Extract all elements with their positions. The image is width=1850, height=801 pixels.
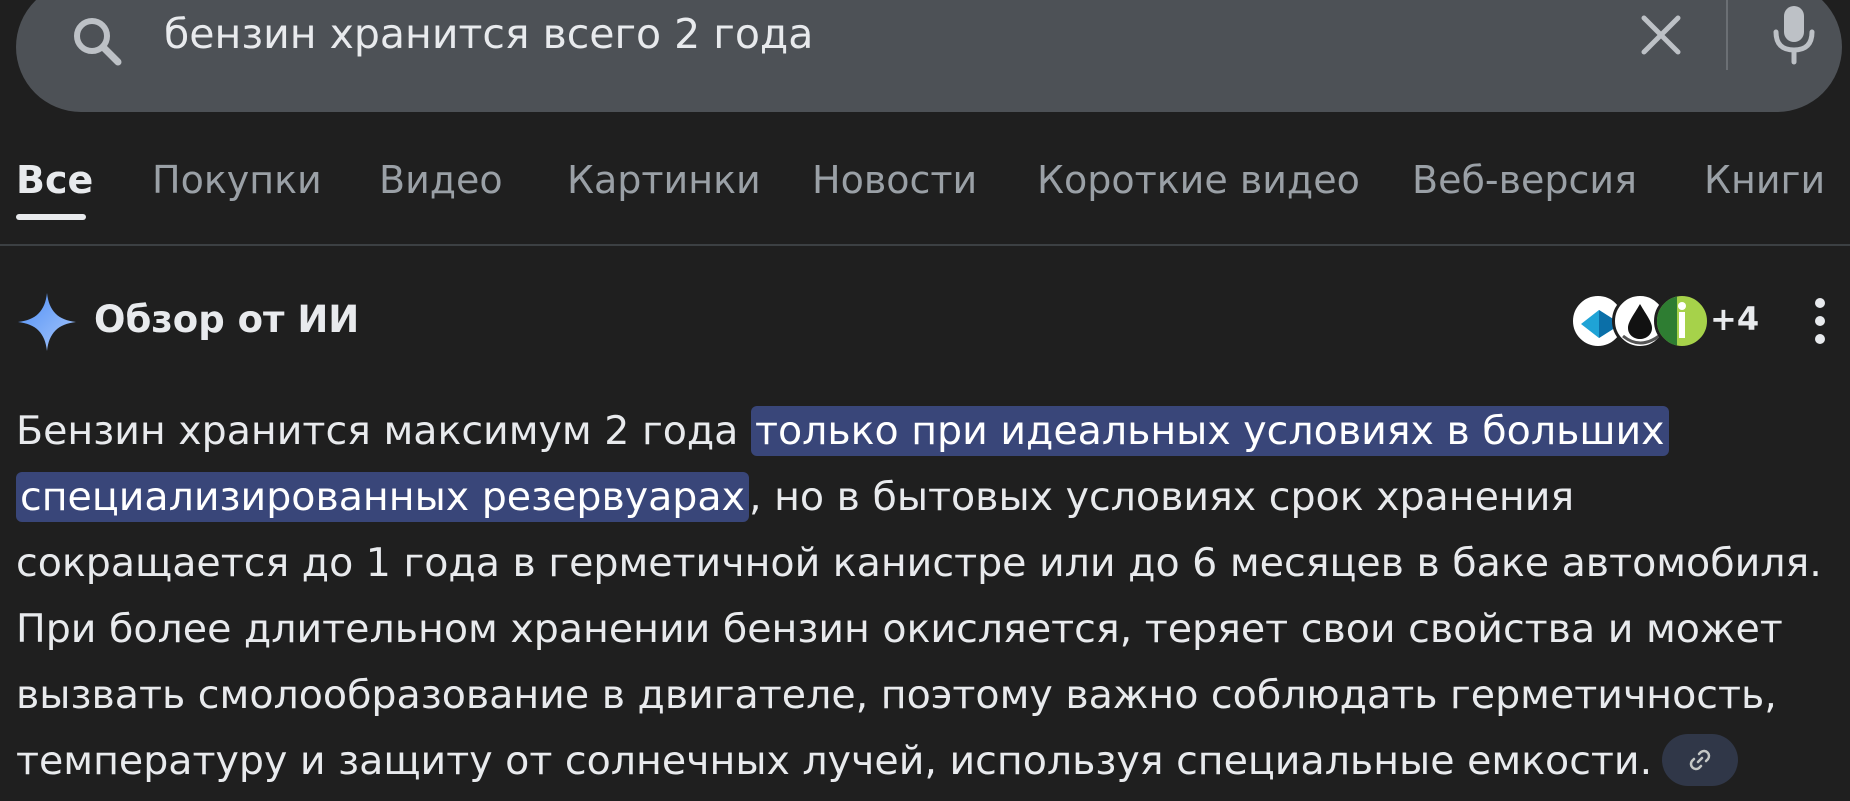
- tab-images[interactable]: Картинки: [567, 156, 761, 204]
- more-options-icon[interactable]: [1808, 293, 1832, 349]
- tab-video[interactable]: Видео: [379, 156, 503, 204]
- gemini-spark-icon: [18, 293, 76, 351]
- tab-web[interactable]: Веб-версия: [1412, 156, 1637, 204]
- link-icon: [1689, 749, 1711, 770]
- search-bar[interactable]: бензин хранится всего 2 года: [16, 0, 1842, 112]
- tab-all[interactable]: Все: [16, 156, 93, 204]
- search-tabs: Все Покупки Видео Картинки Новости Корот…: [0, 150, 1850, 222]
- active-tab-indicator: [16, 214, 86, 220]
- source-logo-icon: [1657, 296, 1686, 346]
- tabs-divider: [0, 244, 1850, 246]
- ai-overview-answer: Бензин хранится максимум 2 года только п…: [16, 398, 1840, 794]
- microphone-icon[interactable]: [1770, 4, 1818, 66]
- clear-icon[interactable]: [1636, 10, 1686, 60]
- ai-overview-title: Обзор от ИИ: [94, 298, 360, 341]
- tab-books[interactable]: Книги: [1704, 156, 1825, 204]
- source-link-button[interactable]: [1662, 733, 1739, 786]
- tab-shopping[interactable]: Покупки: [152, 156, 322, 204]
- source-count[interactable]: +4: [1710, 299, 1759, 339]
- search-bar-divider: [1726, 0, 1728, 70]
- search-input[interactable]: бензин хранится всего 2 года: [164, 10, 813, 58]
- tab-short-videos[interactable]: Короткие видео: [1037, 156, 1360, 204]
- ai-overview-header: Обзор от ИИ +4: [0, 285, 1850, 355]
- search-icon[interactable]: [68, 12, 128, 72]
- answer-text: Бензин хранится максимум 2 года: [16, 408, 751, 454]
- tab-news[interactable]: Новости: [812, 156, 977, 204]
- source-avatar[interactable]: [1654, 293, 1710, 349]
